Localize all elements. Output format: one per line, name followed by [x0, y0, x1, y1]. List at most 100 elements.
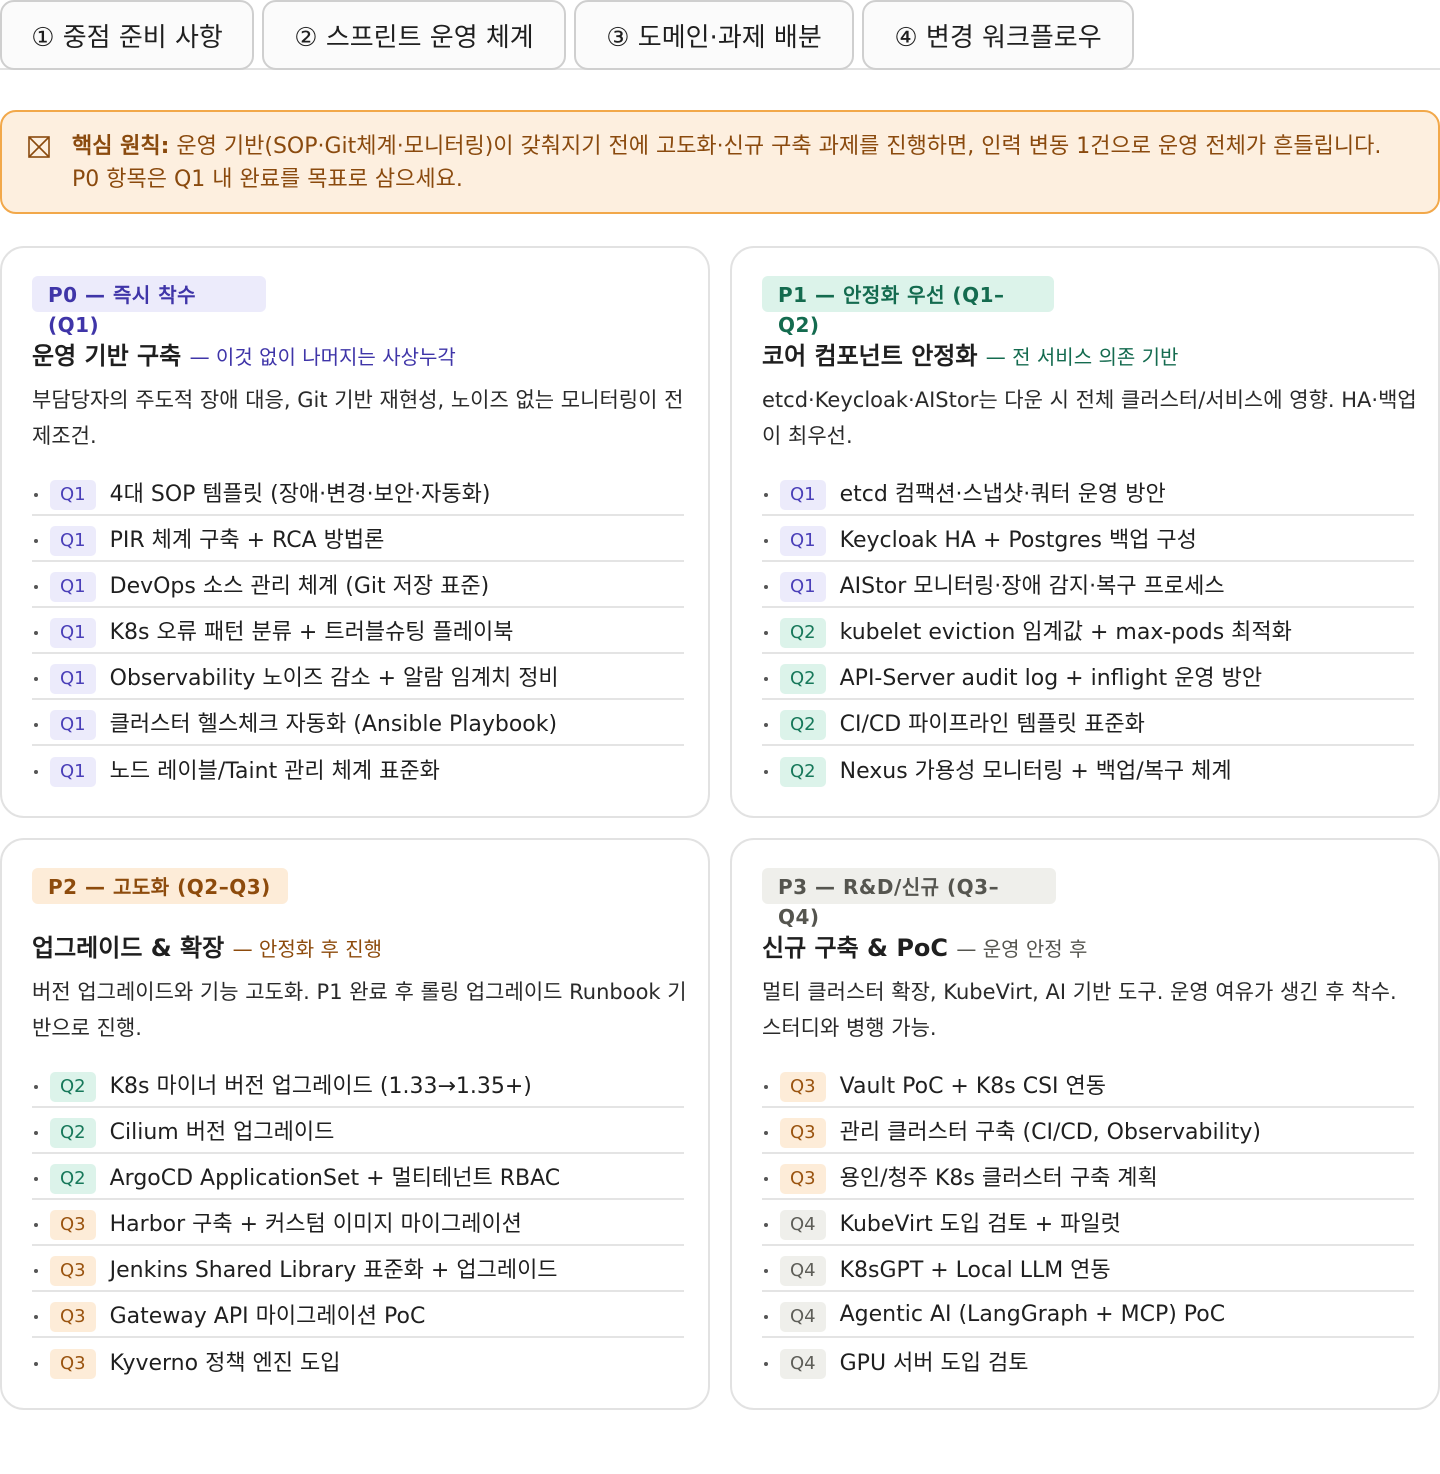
- quarter-tag: Q2: [50, 1072, 96, 1102]
- task-item: Q1 노드 레이블/Taint 관리 체계 표준화: [32, 746, 684, 792]
- task-item: Q2 CI/CD 파이프라인 템플릿 표준화: [762, 700, 1414, 746]
- principle-callout: 핵심 원칙: 운영 기반(SOP·Git체계·모니터링)이 갖춰지기 전에 고도…: [0, 110, 1440, 214]
- task-list: Q1 etcd 컴팩션·스냅샷·쿼터 운영 방안 Q1 Keycloak HA + …: [762, 470, 1414, 792]
- task-text: PIR 체계 구축 + RCA 방법론: [109, 528, 385, 553]
- task-text: GPU 서버 도입 검토: [839, 1351, 1029, 1376]
- quarter-tag: Q4: [780, 1256, 826, 1286]
- box-x-icon: [28, 136, 50, 158]
- bullet-icon: [34, 1085, 38, 1089]
- bullet-icon: [34, 770, 38, 774]
- quarter-tag: Q3: [780, 1072, 826, 1102]
- task-item: Q3 관리 클러스터 구축 (CI/CD, Observability): [762, 1108, 1414, 1154]
- bullet-icon: [764, 493, 768, 497]
- quarter-tag: Q1: [780, 526, 826, 556]
- task-item: Q2 Nexus 가용성 모니터링 + 백업/복구 체계: [762, 746, 1414, 792]
- quarter-tag: Q3: [780, 1118, 826, 1148]
- bullet-icon: [764, 1315, 768, 1319]
- task-text: Kyverno 정책 엔진 도입: [109, 1351, 341, 1376]
- bullet-icon: [764, 585, 768, 589]
- bullet-icon: [34, 539, 38, 543]
- priority-card-p1: P1 — 안정화 우선 (Q1–Q2) 코어 컴포넌트 안정화 — 전 서비스 …: [730, 246, 1440, 818]
- task-text: etcd 컴팩션·스냅샷·쿼터 운영 방안: [839, 482, 1166, 507]
- task-text: 노드 레이블/Taint 관리 체계 표준화: [109, 759, 440, 784]
- task-item: Q3 용인/청주 K8s 클러스터 구축 계획: [762, 1154, 1414, 1200]
- task-text: Harbor 구축 + 커스텀 이미지 마이그레이션: [109, 1212, 522, 1237]
- task-text: 클러스터 헬스체크 자동화 (Ansible Playbook): [109, 712, 558, 737]
- task-text: Nexus 가용성 모니터링 + 백업/복구 체계: [839, 759, 1232, 784]
- tab-sprint-operations[interactable]: ② 스프린트 운영 체계: [262, 0, 566, 70]
- tab-bar: ① 중점 준비 사항 ② 스프린트 운영 체계 ③ 도메인·과제 배분 ④ 변경…: [0, 0, 1440, 70]
- task-item: Q4 K8sGPT + Local LLM 연동: [762, 1246, 1414, 1292]
- quarter-tag: Q1: [50, 664, 96, 694]
- callout-label: 핵심 원칙:: [72, 134, 170, 159]
- card-description: 멀티 클러스터 확장, KubeVirt, AI 기반 도구. 운영 여유가 생…: [762, 980, 1397, 1040]
- quarter-tag: Q3: [780, 1164, 826, 1194]
- task-item: Q2 ArgoCD ApplicationSet + 멀티테넌트 RBAC: [32, 1154, 684, 1200]
- task-text: API-Server audit log + inflight 운영 방안: [839, 666, 1263, 691]
- quarter-tag: Q3: [50, 1349, 96, 1379]
- quarter-tag: Q2: [780, 710, 826, 740]
- card-subtitle: — 이것 없이 나머지는 사상누각: [189, 345, 456, 369]
- quarter-tag: Q3: [50, 1210, 96, 1240]
- task-text: Cilium 버전 업그레이드: [109, 1120, 335, 1145]
- task-item: Q4 Agentic AI (LangGraph + MCP) PoC: [762, 1292, 1414, 1338]
- task-text: CI/CD 파이프라인 템플릿 표준화: [839, 712, 1145, 737]
- quarter-tag: Q2: [780, 757, 826, 787]
- bullet-icon: [34, 1315, 38, 1319]
- task-item: Q1 etcd 컴팩션·스냅샷·쿼터 운영 방안: [762, 470, 1414, 516]
- tab-domain-assignment[interactable]: ③ 도메인·과제 배분: [574, 0, 854, 70]
- bullet-icon: [764, 539, 768, 543]
- card-description: 부담당자의 주도적 장애 대응, Git 기반 재현성, 노이즈 없는 모니터링…: [32, 388, 684, 448]
- task-item: Q2 API-Server audit log + inflight 운영 방안: [762, 654, 1414, 700]
- priority-badge: P2 — 고도화 (Q2–Q3): [32, 868, 288, 904]
- bullet-icon: [34, 493, 38, 497]
- bullet-icon: [34, 723, 38, 727]
- card-title: 업그레이드 & 확장: [32, 934, 225, 962]
- task-list: Q1 4대 SOP 템플릿 (장애·변경·보안·자동화) Q1 PIR 체계 구축 …: [32, 470, 684, 792]
- bullet-icon: [764, 770, 768, 774]
- task-item: Q2 kubelet eviction 임계값 + max-pods 최적화: [762, 608, 1414, 654]
- priority-card-p3: P3 — R&D/신규 (Q3–Q4) 신규 구축 & PoC — 운영 안정 …: [730, 838, 1440, 1410]
- tab-focus-preparation[interactable]: ① 중점 준비 사항: [0, 0, 254, 70]
- task-text: Jenkins Shared Library 표준화 + 업그레이드: [109, 1258, 558, 1283]
- tab-change-workflow[interactable]: ④ 변경 워크플로우: [862, 0, 1134, 70]
- task-item: Q1 클러스터 헬스체크 자동화 (Ansible Playbook): [32, 700, 684, 746]
- priority-badge: P1 — 안정화 우선 (Q1–Q2): [762, 276, 1054, 337]
- task-item: Q1 Keycloak HA + Postgres 백업 구성: [762, 516, 1414, 562]
- quarter-tag: Q3: [50, 1256, 96, 1286]
- quarter-tag: Q2: [50, 1118, 96, 1148]
- quarter-tag: Q1: [780, 572, 826, 602]
- card-subtitle: — 전 서비스 의존 기반: [985, 345, 1179, 369]
- bullet-icon: [764, 1223, 768, 1227]
- task-item: Q1 DevOps 소스 관리 체계 (Git 저장 표준): [32, 562, 684, 608]
- quarter-tag: Q2: [780, 664, 826, 694]
- task-text: 용인/청주 K8s 클러스터 구축 계획: [839, 1166, 1158, 1191]
- quarter-tag: Q1: [780, 480, 826, 510]
- card-title: 운영 기반 구축: [32, 342, 182, 370]
- card-description: 버전 업그레이드와 기능 고도화. P1 완료 후 롤링 업그레이드 Runbo…: [32, 980, 687, 1040]
- bullet-icon: [34, 631, 38, 635]
- task-text: KubeVirt 도입 검토 + 파일럿: [839, 1212, 1121, 1237]
- task-text: DevOps 소스 관리 체계 (Git 저장 표준): [109, 574, 490, 599]
- bullet-icon: [34, 585, 38, 589]
- bullet-icon: [764, 1131, 768, 1135]
- quarter-tag: Q4: [780, 1210, 826, 1240]
- bullet-icon: [34, 1362, 38, 1366]
- quarter-tag: Q1: [50, 618, 96, 648]
- card-heading: 코어 컴포넌트 안정화 — 전 서비스 의존 기반: [762, 336, 1178, 371]
- card-description: etcd·Keycloak·AIStor는 다운 시 전체 클러스터/서비스에 …: [762, 388, 1417, 448]
- task-item: Q1 4대 SOP 템플릿 (장애·변경·보안·자동화): [32, 470, 684, 516]
- task-text: Observability 노이즈 감소 + 알람 임계치 정비: [109, 666, 559, 691]
- task-text: K8sGPT + Local LLM 연동: [839, 1258, 1111, 1283]
- quarter-tag: Q2: [50, 1164, 96, 1194]
- priority-badge: P3 — R&D/신규 (Q3–Q4): [762, 868, 1056, 929]
- task-text: K8s 마이너 버전 업그레이드 (1.33→1.35+): [109, 1074, 532, 1099]
- task-item: Q3 Harbor 구축 + 커스텀 이미지 마이그레이션: [32, 1200, 684, 1246]
- task-text: 관리 클러스터 구축 (CI/CD, Observability): [839, 1120, 1262, 1145]
- quarter-tag: Q4: [780, 1349, 826, 1379]
- card-title: 신규 구축 & PoC: [762, 934, 949, 962]
- bullet-icon: [764, 677, 768, 681]
- bullet-icon: [34, 1177, 38, 1181]
- task-text: kubelet eviction 임계값 + max-pods 최적화: [839, 620, 1292, 645]
- card-heading: 운영 기반 구축 — 이것 없이 나머지는 사상누각: [32, 336, 456, 371]
